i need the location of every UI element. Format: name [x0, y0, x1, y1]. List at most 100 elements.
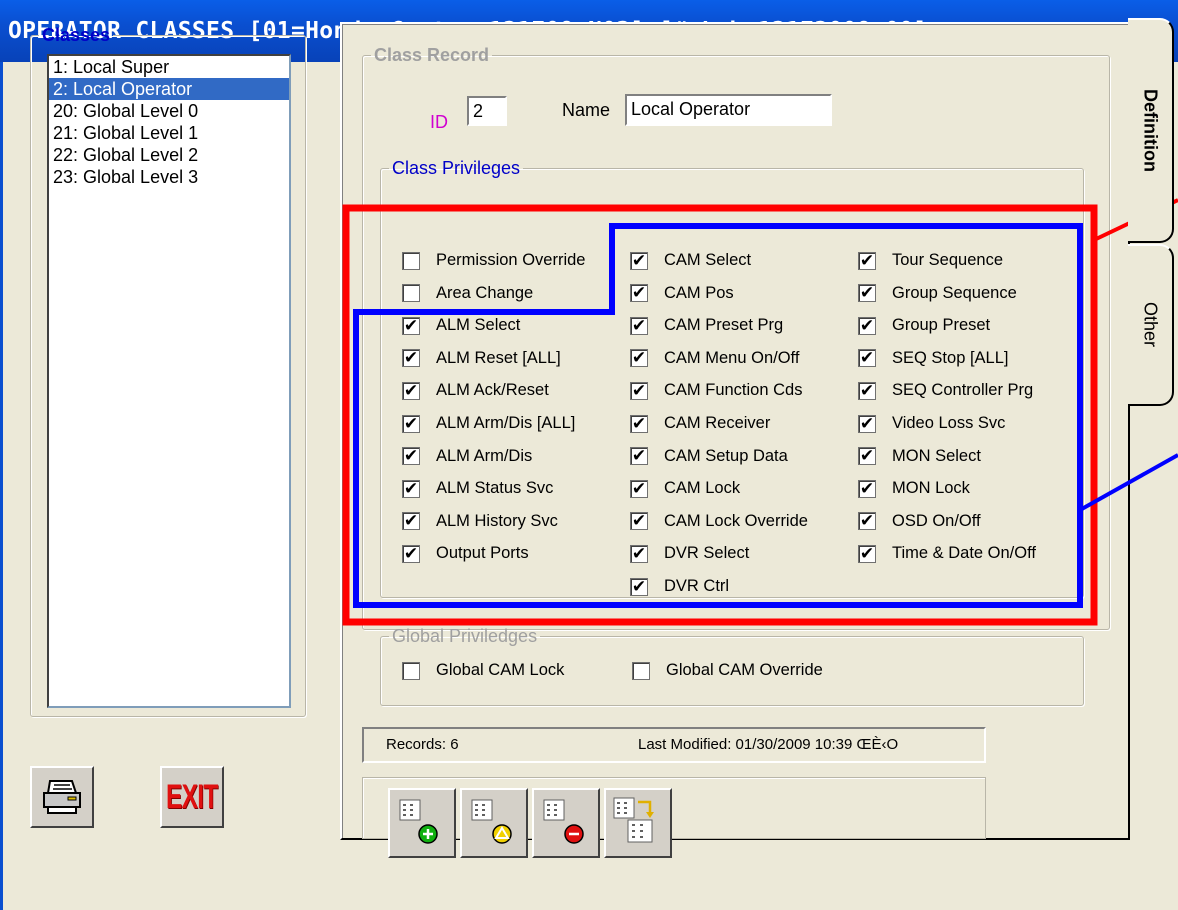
checkbox-box[interactable]: ✔: [630, 381, 648, 400]
checkbox-cam-preset-prg[interactable]: ✔ CAM Preset Prg: [630, 316, 783, 335]
checkbox-box[interactable]: ✔: [630, 349, 648, 368]
check-mark-icon: ✔: [631, 413, 647, 433]
checkbox-cam-function-cds[interactable]: ✔ CAM Function Cds: [630, 381, 802, 400]
checkbox-box[interactable]: ✔: [630, 284, 648, 303]
checkbox-osd-on-off[interactable]: ✔ OSD On/Off: [858, 512, 981, 531]
exit-button[interactable]: EXIT: [160, 766, 224, 828]
list-item[interactable]: 20: Global Level 0: [49, 100, 289, 122]
check-mark-icon: ✔: [631, 478, 647, 498]
list-item[interactable]: 22: Global Level 2: [49, 144, 289, 166]
checkbox-box[interactable]: ✔: [858, 478, 876, 498]
checkbox-box[interactable]: ✔: [630, 577, 648, 596]
checkbox-box[interactable]: ✔: [858, 348, 876, 368]
check-mark-icon: ✔: [403, 446, 419, 466]
checkbox-output-ports[interactable]: ✔ Output Ports: [402, 544, 529, 563]
checkbox-box[interactable]: ✔: [630, 544, 648, 563]
checkbox-box[interactable]: ✔: [402, 512, 420, 531]
checkbox-box[interactable]: ✔: [402, 478, 420, 498]
checkbox-box[interactable]: ✔: [402, 349, 420, 368]
checkbox-alm-reset-all[interactable]: ✔ ALM Reset [ALL]: [402, 349, 561, 368]
check-mark-icon: ✔: [859, 446, 875, 466]
checkbox-box[interactable]: ✔: [402, 414, 420, 433]
checkbox-group-sequence[interactable]: ✔ Group Sequence: [858, 284, 1017, 303]
checkbox-box[interactable]: ✔: [630, 251, 648, 270]
checkbox-seq-stop-all[interactable]: ✔ SEQ Stop [ALL]: [858, 349, 1008, 368]
checkbox-seq-controller-prg[interactable]: ✔ SEQ Controller Prg: [858, 381, 1033, 400]
checkbox-alm-arm-dis[interactable]: ✔ ALM Arm/Dis: [402, 447, 532, 466]
delete-record-button[interactable]: [532, 788, 600, 858]
checkbox-label: CAM Lock Override: [664, 511, 808, 530]
checkbox-cam-pos[interactable]: ✔ CAM Pos: [630, 284, 734, 303]
edit-record-button[interactable]: [460, 788, 528, 858]
checkbox-alm-select[interactable]: ✔ ALM Select: [402, 316, 520, 335]
checkbox-label: ALM Arm/Dis [ALL]: [436, 414, 576, 432]
checkbox-area-change[interactable]: Area Change: [402, 284, 533, 303]
check-mark-icon: ✔: [859, 348, 875, 368]
checkbox-box[interactable]: [402, 251, 420, 270]
checkbox-box[interactable]: ✔: [630, 413, 648, 433]
copy-record-button[interactable]: [604, 788, 672, 858]
check-mark-icon: ✔: [859, 478, 875, 498]
id-field[interactable]: 2: [467, 96, 507, 126]
checkbox-alm-history-svc[interactable]: ✔ ALM History Svc: [402, 512, 558, 531]
list-item[interactable]: 23: Global Level 3: [49, 166, 289, 188]
checkbox-cam-select[interactable]: ✔ CAM Select: [630, 251, 751, 270]
add-record-button[interactable]: [388, 788, 456, 858]
checkbox-box[interactable]: [402, 284, 420, 303]
check-mark-icon: ✔: [403, 478, 419, 498]
checkbox-box[interactable]: ✔: [858, 414, 876, 433]
checkbox-label: ALM Arm/Dis: [436, 446, 533, 465]
checkbox-mon-select[interactable]: ✔ MON Select: [858, 447, 981, 466]
checkbox-cam-lock[interactable]: ✔ CAM Lock: [630, 479, 740, 498]
tab-definition[interactable]: Definition: [1128, 18, 1174, 243]
checkbox-box[interactable]: ✔: [402, 381, 420, 400]
checkbox-dvr-ctrl[interactable]: ✔ DVR Ctrl: [630, 577, 729, 596]
checkbox-alm-arm-dis-all[interactable]: ✔ ALM Arm/Dis [ALL]: [402, 414, 575, 433]
checkbox-mon-lock[interactable]: ✔ MON Lock: [858, 479, 970, 498]
checkbox-time-date-on-off[interactable]: ✔ Time & Date On/Off: [858, 544, 1036, 563]
check-mark-icon: ✔: [631, 315, 647, 335]
tab-other[interactable]: Other: [1128, 244, 1174, 406]
list-item[interactable]: 21: Global Level 1: [49, 122, 289, 144]
delete-record-icon: [543, 799, 584, 844]
checkbox-tour-sequence[interactable]: ✔ Tour Sequence: [858, 251, 1003, 270]
check-mark-icon: ✔: [859, 315, 875, 335]
checkbox-video-loss-svc[interactable]: ✔ Video Loss Svc: [858, 414, 1005, 433]
checkbox-box[interactable]: ✔: [858, 250, 876, 270]
checkbox-group-preset[interactable]: ✔ Group Preset: [858, 316, 990, 335]
checkbox-global-cam-lock[interactable]: Global CAM Lock: [402, 661, 564, 680]
checkbox-box[interactable]: [632, 661, 650, 680]
checkbox-label: ALM Status Svc: [436, 479, 554, 498]
checkbox-box[interactable]: ✔: [630, 315, 648, 335]
check-mark-icon: ✔: [859, 250, 875, 270]
checkbox-permission-override[interactable]: Permission Override: [402, 251, 585, 270]
checkbox-box[interactable]: ✔: [630, 478, 648, 498]
checkbox-alm-ack-reset[interactable]: ✔ ALM Ack/Reset: [402, 381, 549, 400]
checkbox-box[interactable]: ✔: [858, 544, 876, 563]
checkbox-box[interactable]: ✔: [858, 446, 876, 466]
checkbox-cam-menu-on-off[interactable]: ✔ CAM Menu On/Off: [630, 349, 799, 368]
edit-record-icon: [471, 799, 512, 844]
checkbox-global-cam-override[interactable]: Global CAM Override: [632, 661, 823, 680]
checkbox-box[interactable]: ✔: [402, 446, 420, 466]
list-item[interactable]: 1: Local Super: [49, 56, 289, 78]
print-button[interactable]: [30, 766, 94, 828]
checkbox-box[interactable]: ✔: [858, 315, 876, 335]
checkbox-box[interactable]: ✔: [858, 284, 876, 303]
checkbox-dvr-select[interactable]: ✔ DVR Select: [630, 544, 749, 563]
checkbox-cam-receiver[interactable]: ✔ CAM Receiver: [630, 414, 770, 433]
checkbox-box[interactable]: ✔: [402, 316, 420, 335]
list-item[interactable]: 2: Local Operator: [49, 78, 289, 100]
name-field[interactable]: Local Operator: [625, 94, 832, 126]
checkbox-alm-status-svc[interactable]: ✔ ALM Status Svc: [402, 479, 553, 498]
checkbox-box[interactable]: ✔: [858, 381, 876, 400]
checkbox-box[interactable]: ✔: [630, 512, 648, 531]
checkbox-cam-setup-data[interactable]: ✔ CAM Setup Data: [630, 447, 788, 466]
checkbox-box[interactable]: ✔: [402, 544, 420, 563]
checkbox-box[interactable]: [402, 661, 420, 680]
class-privileges-legend: Class Privileges: [392, 158, 521, 178]
classes-list[interactable]: 1: Local Super 2: Local Operator 20: Globa…: [47, 54, 291, 708]
checkbox-cam-lock-override[interactable]: ✔ CAM Lock Override: [630, 512, 808, 531]
checkbox-box[interactable]: ✔: [858, 512, 876, 531]
checkbox-box[interactable]: ✔: [630, 447, 648, 466]
